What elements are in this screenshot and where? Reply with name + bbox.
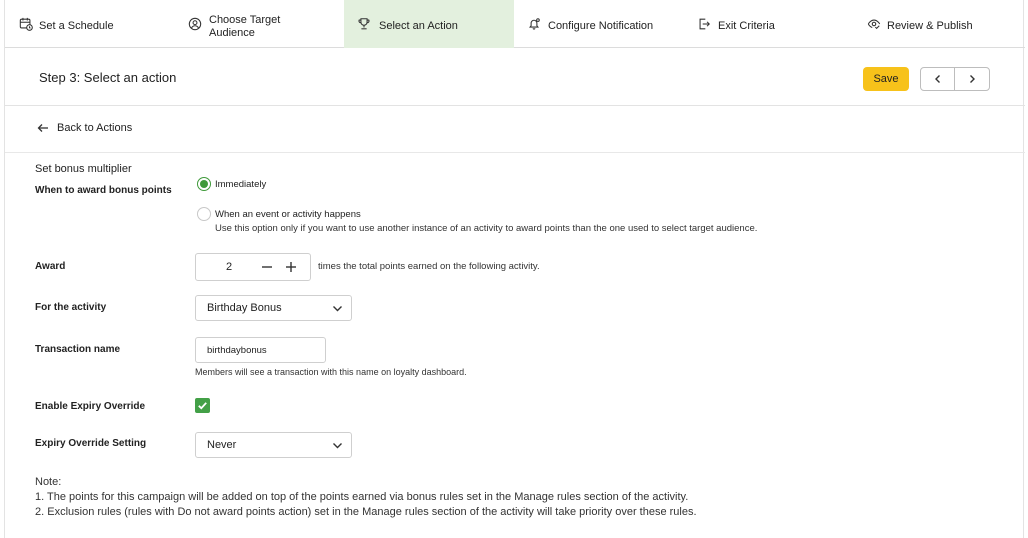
back-to-actions-link[interactable]: Back to Actions <box>37 122 132 134</box>
activity-label: For the activity <box>35 302 107 313</box>
decrement-button[interactable] <box>260 260 274 274</box>
radio-event-activity[interactable] <box>197 207 211 221</box>
step-label: Set a Schedule <box>39 20 114 32</box>
chevron-right-icon <box>970 75 975 83</box>
note-line: 2. Exclusion rules (rules with Do not aw… <box>35 506 697 518</box>
note-section: Note: 1. The points for this campaign wi… <box>35 475 697 520</box>
previous-step-button[interactable] <box>921 68 956 90</box>
step-review-publish[interactable]: Review & Publish <box>854 0 1025 48</box>
step-label: Choose Target Audience <box>209 14 281 39</box>
arrow-left-icon <box>37 124 48 132</box>
back-row: Back to Actions <box>5 106 1025 153</box>
award-quantity-stepper[interactable]: 2 <box>195 253 311 281</box>
chevron-left-icon <box>934 75 940 83</box>
expiry-setting-label: Expiry Override Setting <box>35 438 147 449</box>
step-navigation: Set a Schedule Choose Target Audience Se… <box>5 0 1025 48</box>
step-pager <box>920 67 990 91</box>
chevron-down-icon <box>332 303 343 314</box>
award-suffix-text: times the total points earned on the fol… <box>318 261 540 272</box>
step-label: Review & Publish <box>887 20 973 32</box>
step-header: Step 3: Select an action Save <box>5 48 1025 106</box>
transaction-name-label: Transaction name <box>35 344 121 355</box>
minus-icon <box>262 266 272 268</box>
trophy-icon <box>357 17 371 31</box>
expiry-override-checkbox[interactable] <box>195 398 210 413</box>
radio-immediately[interactable] <box>197 177 211 191</box>
radio-event-activity-label: When an event or activity happens <box>215 209 361 220</box>
radio-event-activity-hint: Use this option only if you want to use … <box>215 223 758 234</box>
page-title: Step 3: Select an action <box>39 70 177 85</box>
bell-icon <box>527 17 541 31</box>
transaction-name-hint: Members will see a transaction with this… <box>195 367 467 377</box>
step-label: Configure Notification <box>548 20 654 32</box>
plus-icon <box>286 262 296 272</box>
increment-button[interactable] <box>284 260 298 274</box>
exit-icon <box>697 17 711 31</box>
next-step-button[interactable] <box>955 68 989 90</box>
campaign-editor: Set a Schedule Choose Target Audience Se… <box>4 0 1025 538</box>
check-icon <box>198 402 207 410</box>
chevron-down-icon <box>332 440 343 451</box>
expiry-setting-value: Never <box>207 439 237 451</box>
step-label: Exit Criteria <box>718 20 775 32</box>
step-select-action[interactable]: Select an Action <box>344 0 514 48</box>
back-label: Back to Actions <box>57 122 133 134</box>
when-to-award-label: When to award bonus points <box>35 185 172 196</box>
expiry-setting-select[interactable]: Never <box>195 432 352 458</box>
save-button[interactable]: Save <box>863 67 909 91</box>
transaction-name-input[interactable] <box>195 337 326 363</box>
expiry-override-label: Enable Expiry Override <box>35 401 146 412</box>
eye-check-icon <box>867 17 881 31</box>
step-set-schedule[interactable]: Set a Schedule <box>5 0 175 48</box>
step-choose-audience[interactable]: Choose Target Audience <box>175 0 344 48</box>
activity-select[interactable]: Birthday Bonus <box>195 295 352 321</box>
user-circle-icon <box>188 17 202 31</box>
note-line: 1. The points for this campaign will be … <box>35 491 689 503</box>
calendar-clock-icon <box>19 17 33 31</box>
radio-immediately-label: Immediately <box>215 179 267 190</box>
section-title: Set bonus multiplier <box>35 163 132 175</box>
award-value: 2 <box>226 261 233 273</box>
note-heading: Note: <box>35 476 62 488</box>
award-label: Award <box>35 261 66 272</box>
step-label: Select an Action <box>379 20 458 32</box>
step-configure-notification[interactable]: Configure Notification <box>514 0 684 48</box>
step-exit-criteria[interactable]: Exit Criteria <box>684 0 854 48</box>
activity-select-value: Birthday Bonus <box>207 302 282 314</box>
